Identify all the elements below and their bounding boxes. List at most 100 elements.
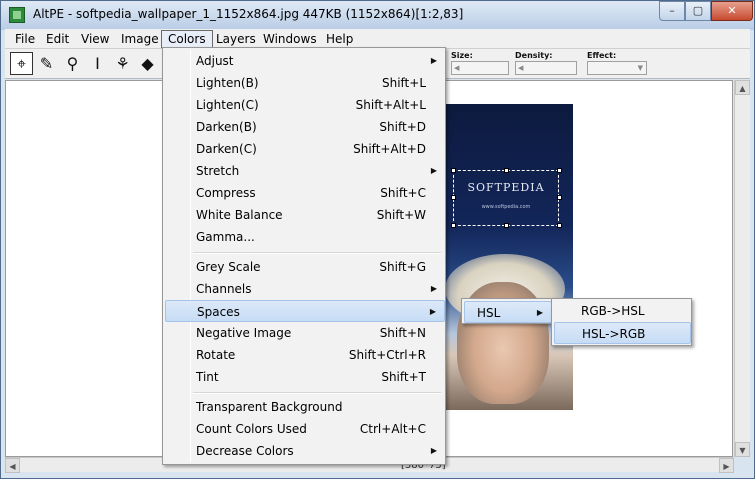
menu-item-label: Adjust (196, 54, 234, 68)
scroll-left-arrow-icon[interactable]: ◀ (5, 458, 20, 473)
crosshair-select-tool-icon[interactable]: ⌖ (10, 52, 33, 75)
menu-item-tint[interactable]: Tint Shift+T (165, 366, 445, 388)
menu-item-darken-b[interactable]: Darken(B) Shift+D (165, 116, 445, 138)
menu-separator (193, 392, 441, 394)
text-cursor-tool-icon[interactable]: I (86, 52, 109, 75)
size-slider[interactable]: ◀ (451, 61, 509, 75)
submenu-arrow-icon: ▶ (536, 308, 543, 317)
app-icon (9, 7, 25, 23)
spaces-submenu: HSL ▶ (461, 298, 553, 324)
menu-item-shortcut: Shift+N (379, 326, 426, 340)
menu-item-shortcut: Shift+T (381, 370, 426, 384)
menu-item-shortcut: Shift+C (380, 186, 426, 200)
menu-item-adjust[interactable]: Adjust ▶ (165, 50, 445, 72)
menu-item-label: Gamma... (196, 230, 255, 244)
menu-item-white-balance[interactable]: White Balance Shift+W (165, 204, 445, 226)
menu-item-label: Decrease Colors (196, 444, 294, 458)
menu-item-label: Rotate (196, 348, 236, 362)
menu-item-stretch[interactable]: Stretch ▶ (165, 160, 445, 182)
menu-item-shortcut: Shift+Ctrl+R (348, 348, 426, 362)
menu-item-transparent-background[interactable]: Transparent Background (165, 396, 445, 418)
wallpaper-image[interactable] (443, 104, 573, 410)
menu-item-grey-scale[interactable]: Grey Scale Shift+G (165, 256, 445, 278)
menu-item-hsl[interactable]: HSL ▶ (464, 301, 552, 323)
density-slider[interactable]: ◀ (515, 61, 577, 75)
menu-item-label: Grey Scale (196, 260, 261, 274)
title-bar[interactable]: AltPE - softpedia_wallpaper_1_1152x864.j… (1, 1, 754, 30)
menu-item-label: Compress (196, 186, 256, 200)
menu-item-label: Spaces (197, 305, 240, 319)
close-button[interactable]: ✕ (711, 1, 753, 21)
menu-item-shortcut: Shift+Alt+D (353, 142, 426, 156)
scroll-right-arrow-icon[interactable]: ▶ (719, 458, 734, 473)
submenu-arrow-icon: ▶ (430, 166, 437, 175)
scroll-down-arrow-icon[interactable]: ▼ (735, 442, 750, 457)
menu-separator (193, 252, 441, 254)
menu-item-label: Darken(C) (196, 142, 257, 156)
menu-layers[interactable]: Layers (210, 30, 262, 48)
menu-item-label: HSL (477, 306, 501, 320)
menu-item-rgb-to-hsl[interactable]: RGB->HSL (554, 300, 691, 322)
effect-dropdown[interactable]: ▼ (587, 61, 647, 75)
fill-bucket-tool-icon[interactable]: ◆ (136, 52, 159, 75)
menu-item-spaces[interactable]: Spaces ▶ (165, 300, 445, 322)
menu-item-label: White Balance (196, 208, 283, 222)
menu-bar: File Edit View Image Colors Layers Windo… (5, 29, 750, 49)
menu-item-count-colors-used[interactable]: Count Colors Used Ctrl+Alt+C (165, 418, 445, 440)
menu-item-label: Stretch (196, 164, 240, 178)
menu-item-channels[interactable]: Channels ▶ (165, 278, 445, 300)
menu-help[interactable]: Help (320, 30, 359, 48)
selection-handle-se[interactable] (557, 223, 562, 228)
eyedropper-tool-icon[interactable]: ⚲ (61, 52, 84, 75)
menu-edit[interactable]: Edit (40, 30, 75, 48)
menu-item-label: Count Colors Used (196, 422, 307, 436)
submenu-arrow-icon: ▶ (430, 56, 437, 65)
menu-view[interactable]: View (75, 30, 115, 48)
menu-item-hsl-to-rgb[interactable]: HSL->RGB (554, 322, 691, 344)
menu-item-lighten-c[interactable]: Lighten(C) Shift+Alt+L (165, 94, 445, 116)
menu-item-label: RGB->HSL (581, 304, 645, 318)
selection-handle-sw[interactable] (451, 223, 456, 228)
menu-image[interactable]: Image (115, 30, 165, 48)
selection-handle-w[interactable] (451, 195, 456, 200)
vertical-scrollbar[interactable]: ▲ ▼ (734, 80, 750, 457)
size-label: Size: (451, 51, 473, 60)
selection-handle-e[interactable] (557, 195, 562, 200)
menu-colors[interactable]: Colors (161, 30, 213, 48)
hsl-submenu: RGB->HSL HSL->RGB (551, 298, 692, 346)
minimize-button[interactable]: – (659, 1, 685, 21)
selection-handle-n[interactable] (504, 168, 509, 173)
menu-item-shortcut: Shift+G (379, 260, 426, 274)
menu-item-decrease-colors[interactable]: Decrease Colors ▶ (165, 440, 445, 462)
maximize-button[interactable]: ▢ (685, 1, 711, 21)
menu-item-label: Channels (196, 282, 252, 296)
window-title: AltPE - softpedia_wallpaper_1_1152x864.j… (33, 7, 464, 21)
selection-handle-s[interactable] (504, 223, 509, 228)
menu-item-shortcut: Shift+L (381, 76, 426, 90)
menu-item-shortcut: Shift+Alt+L (355, 98, 426, 112)
selection-handle-nw[interactable] (451, 168, 456, 173)
submenu-arrow-icon: ▶ (429, 307, 436, 316)
selection-handle-ne[interactable] (557, 168, 562, 173)
submenu-arrow-icon: ▶ (430, 446, 437, 455)
menu-item-darken-c[interactable]: Darken(C) Shift+Alt+D (165, 138, 445, 160)
menu-item-compress[interactable]: Compress Shift+C (165, 182, 445, 204)
effect-label: Effect: (587, 51, 617, 60)
menu-item-lighten-b[interactable]: Lighten(B) Shift+L (165, 72, 445, 94)
menu-windows[interactable]: Windows (257, 30, 323, 48)
pencil-tool-icon[interactable]: ✎ (35, 52, 58, 75)
selection-rectangle[interactable] (453, 170, 559, 226)
menu-item-label: Transparent Background (196, 400, 343, 414)
menu-item-gamma[interactable]: Gamma... (165, 226, 445, 248)
menu-item-rotate[interactable]: Rotate Shift+Ctrl+R (165, 344, 445, 366)
scroll-up-arrow-icon[interactable]: ▲ (735, 80, 750, 95)
density-label: Density: (515, 51, 553, 60)
menu-item-label: HSL->RGB (582, 327, 646, 341)
menu-item-shortcut: Ctrl+Alt+C (359, 422, 426, 436)
menu-item-negative-image[interactable]: Negative Image Shift+N (165, 322, 445, 344)
menu-item-label: Darken(B) (196, 120, 257, 134)
submenu-arrow-icon: ▶ (430, 284, 437, 293)
menu-item-label: Tint (196, 370, 219, 384)
brush-tool-icon[interactable]: ⚘ (111, 52, 134, 75)
menu-file[interactable]: File (9, 30, 41, 48)
